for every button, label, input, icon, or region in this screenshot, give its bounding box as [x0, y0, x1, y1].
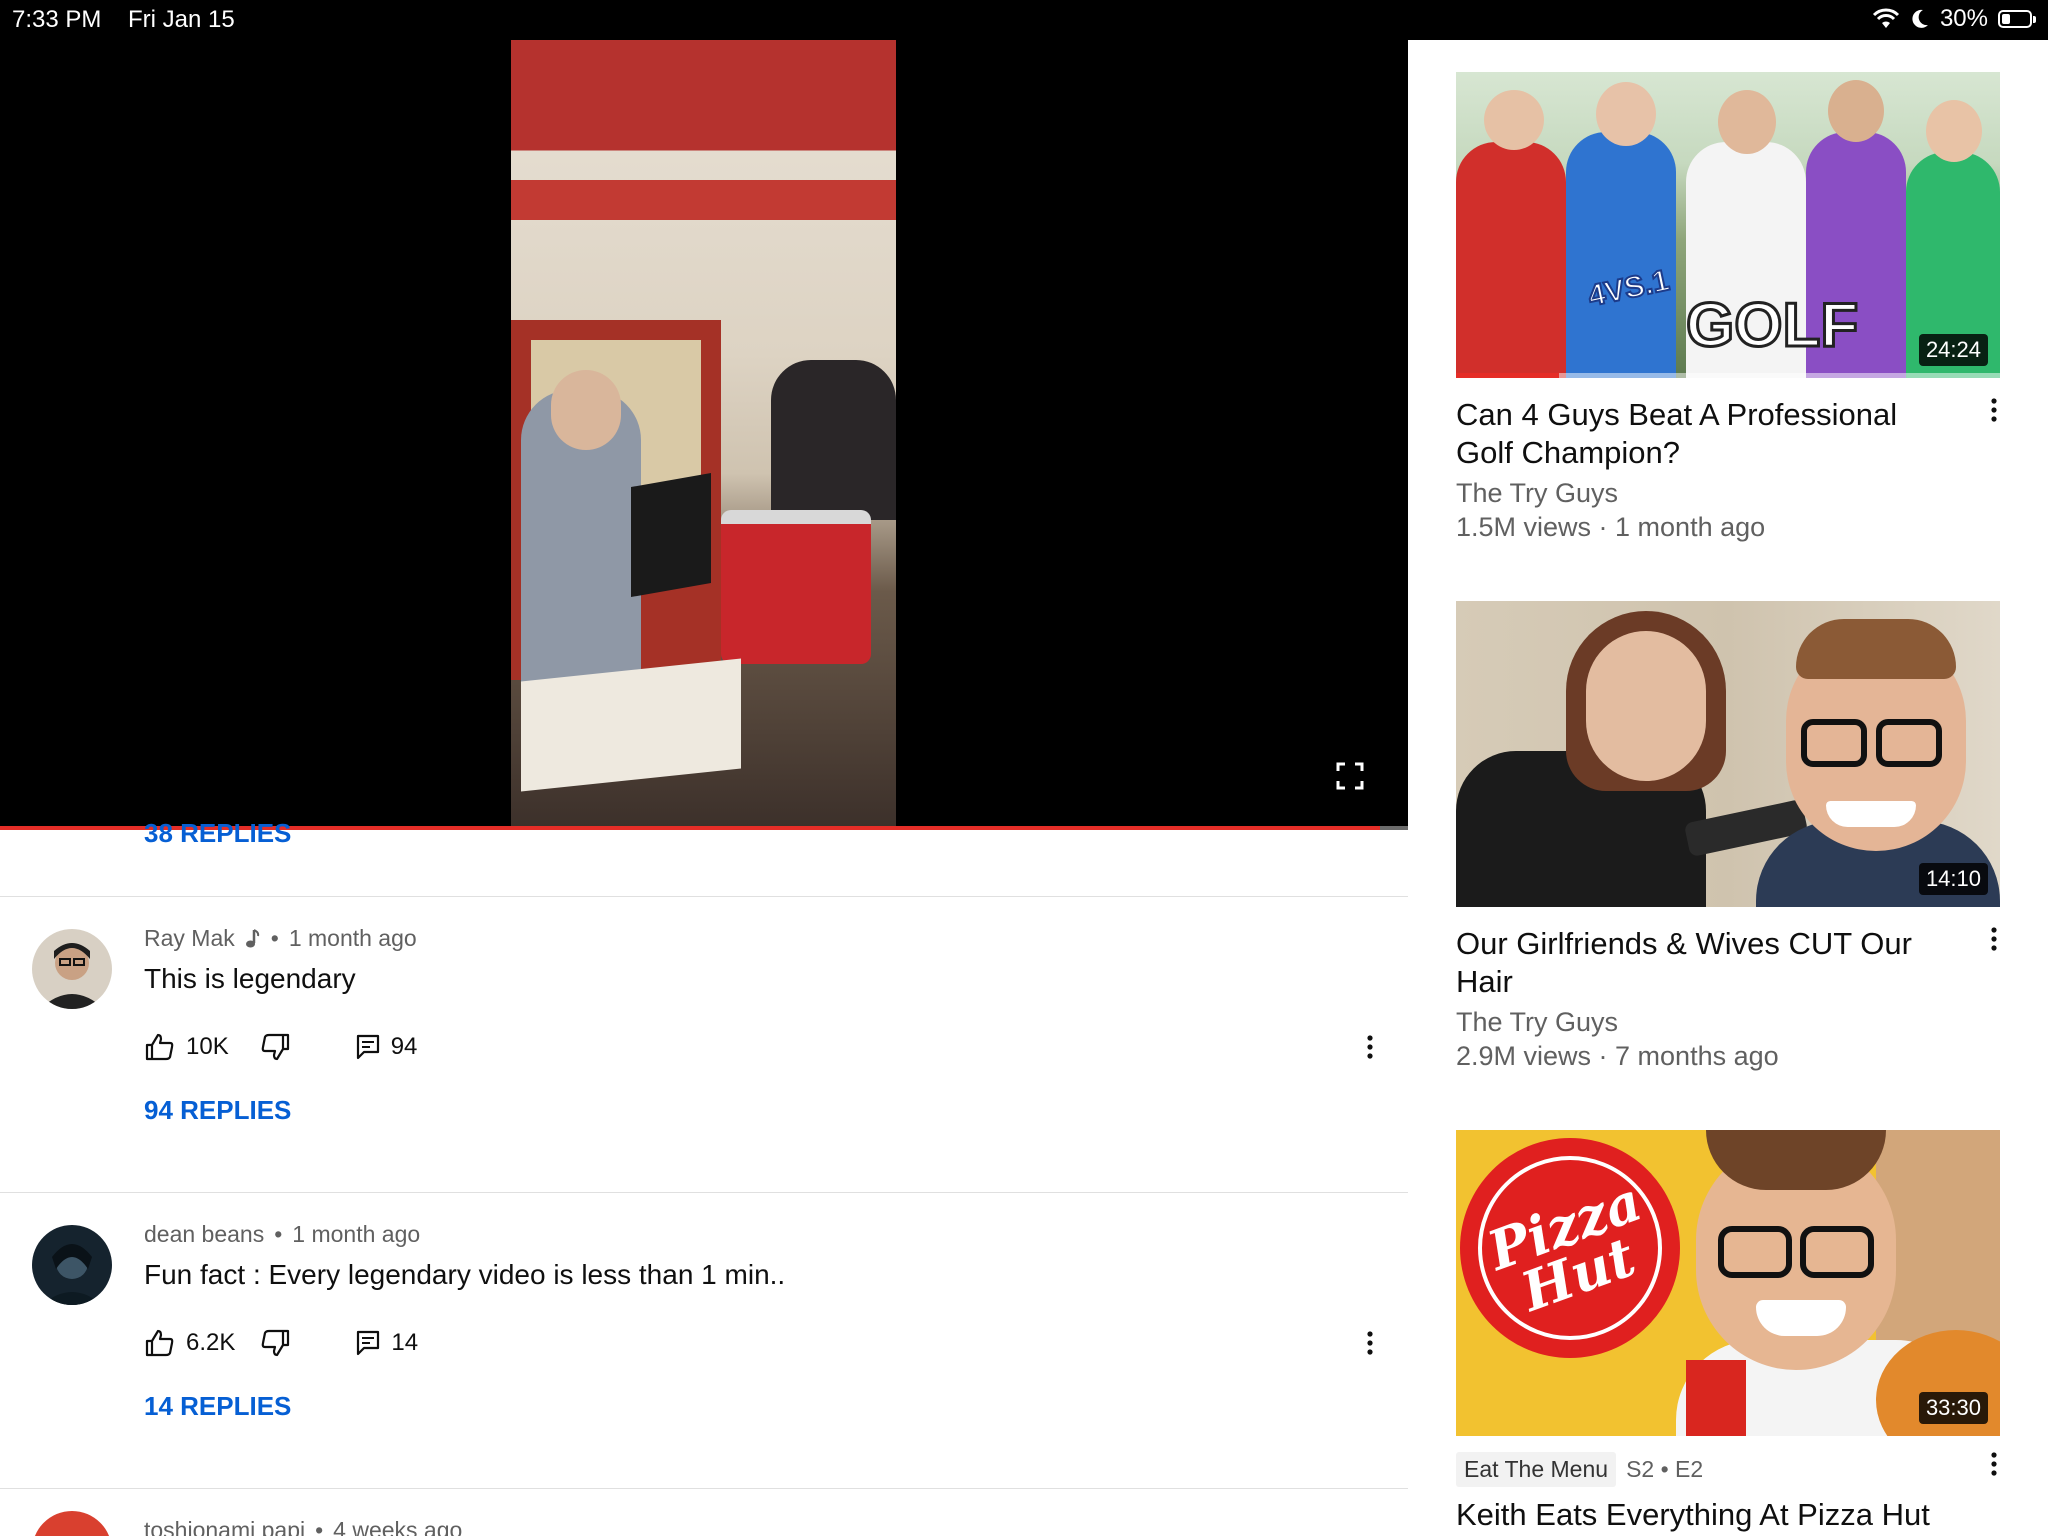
- video-stats: 1.5M views · 1 month ago: [1456, 512, 1766, 542]
- status-bar: 7:33 PM Fri Jan 15 30%: [0, 0, 2048, 40]
- recommended-video[interactable]: Pizza Hut 33:30 Eat The Menu S2 • E2 Kei…: [1456, 1130, 2000, 1536]
- moon-icon: [1912, 9, 1928, 28]
- thumbs-down-icon[interactable]: [259, 1031, 291, 1063]
- comment-meta: Ray Mak • 1 month ago: [144, 925, 417, 952]
- video-thumbnail[interactable]: 14:10: [1456, 601, 2000, 907]
- channel-name[interactable]: The Try Guys: [1456, 478, 1618, 509]
- comment-author[interactable]: Ray Mak: [144, 925, 235, 952]
- duration-badge: 24:24: [1918, 334, 1988, 366]
- music-note-icon: [245, 928, 259, 947]
- comment-item: dean beans • 1 month ago Fun fact : Ever…: [0, 1193, 1408, 1488]
- comment-author[interactable]: toshionami papi: [144, 1517, 305, 1536]
- duration-badge: 33:30: [1918, 1392, 1988, 1424]
- video-title[interactable]: Can 4 Guys Beat A Professional Golf Cham…: [1456, 396, 1936, 472]
- channel-name[interactable]: The Try Guys: [1456, 1007, 1618, 1038]
- thumbnail-text: GOLF: [1684, 290, 1859, 362]
- more-vert-icon[interactable]: [1982, 1452, 2000, 1492]
- comment-item: toshionami papi • 4 weeks ago: [0, 1489, 1408, 1536]
- more-vert-icon[interactable]: [1982, 398, 2006, 438]
- video-frame[interactable]: [511, 40, 896, 828]
- comment-meta: toshionami papi • 4 weeks ago: [144, 1517, 462, 1536]
- previous-replies-link[interactable]: 38 REPLIES: [144, 818, 291, 849]
- avatar[interactable]: [32, 929, 112, 1009]
- video-player[interactable]: [0, 40, 1408, 828]
- wifi-icon: [1872, 8, 1900, 28]
- comment-age: 1 month ago: [288, 925, 417, 951]
- comment-icon[interactable]: [355, 1033, 381, 1061]
- comment-meta: dean beans • 1 month ago: [144, 1221, 421, 1248]
- recommended-video[interactable]: 14:10 Our Girlfriends & Wives CUT Our Ha…: [1456, 601, 2000, 1081]
- recommended-video[interactable]: 4VS.1 GOLF 24:24 Can 4 Guys Beat A Profe…: [1456, 72, 2000, 552]
- comment-text: This is legendary: [144, 963, 356, 994]
- comment-text: Fun fact : Every legendary video is less…: [144, 1259, 786, 1290]
- more-vert-icon[interactable]: [1358, 1027, 1382, 1067]
- view-replies-link[interactable]: 14 REPLIES: [144, 1391, 291, 1422]
- reply-count: 14: [391, 1329, 419, 1356]
- battery-percent: 30%: [1939, 5, 1988, 32]
- series-badge[interactable]: Eat The Menu: [1456, 1452, 1617, 1487]
- video-stats: 2.9M views · 7 months ago: [1456, 1041, 1779, 1071]
- reply-count: 94: [390, 1033, 418, 1060]
- comment-actions: 10K 94: [144, 1027, 417, 1067]
- comment-item: Ray Mak • 1 month ago This is legendary …: [0, 897, 1408, 1192]
- watched-progress: [1456, 373, 1560, 378]
- thumbs-up-icon[interactable]: [144, 1031, 176, 1063]
- comment-age: 4 weeks ago: [333, 1517, 463, 1536]
- avatar[interactable]: [32, 1511, 112, 1536]
- status-time: 7:33 PM: [12, 6, 102, 33]
- view-replies-link[interactable]: 94 REPLIES: [144, 1095, 291, 1126]
- status-right: 30%: [1872, 5, 2036, 33]
- video-title[interactable]: Our Girlfriends & Wives CUT Our Hair: [1456, 925, 1936, 1001]
- episode-code: S2 • E2: [1626, 1456, 1704, 1482]
- comment-icon[interactable]: [355, 1329, 381, 1357]
- status-date: Fri Jan 15: [128, 6, 235, 33]
- comment-author[interactable]: dean beans: [144, 1221, 264, 1248]
- battery-fill: [2002, 14, 2010, 24]
- video-thumbnail[interactable]: 4VS.1 GOLF 24:24: [1456, 72, 2000, 378]
- video-title[interactable]: Keith Eats Everything At Pizza Hut: [1456, 1496, 1976, 1534]
- more-vert-icon[interactable]: [1982, 927, 2006, 967]
- avatar[interactable]: [32, 1225, 112, 1305]
- battery-icon: [1998, 10, 2036, 28]
- like-count: 10K: [186, 1033, 229, 1060]
- duration-badge: 14:10: [1918, 863, 1988, 895]
- thumbs-up-icon[interactable]: [144, 1327, 176, 1359]
- comment-age: 1 month ago: [292, 1221, 421, 1247]
- video-thumbnail[interactable]: Pizza Hut 33:30: [1456, 1130, 2000, 1436]
- episode-info: Eat The Menu S2 • E2: [1456, 1452, 1703, 1487]
- thumbs-down-icon[interactable]: [259, 1327, 291, 1359]
- more-vert-icon[interactable]: [1358, 1323, 1382, 1363]
- fullscreen-icon[interactable]: [1336, 762, 1364, 790]
- comment-actions: 6.2K 14: [144, 1323, 418, 1363]
- like-count: 6.2K: [186, 1329, 236, 1356]
